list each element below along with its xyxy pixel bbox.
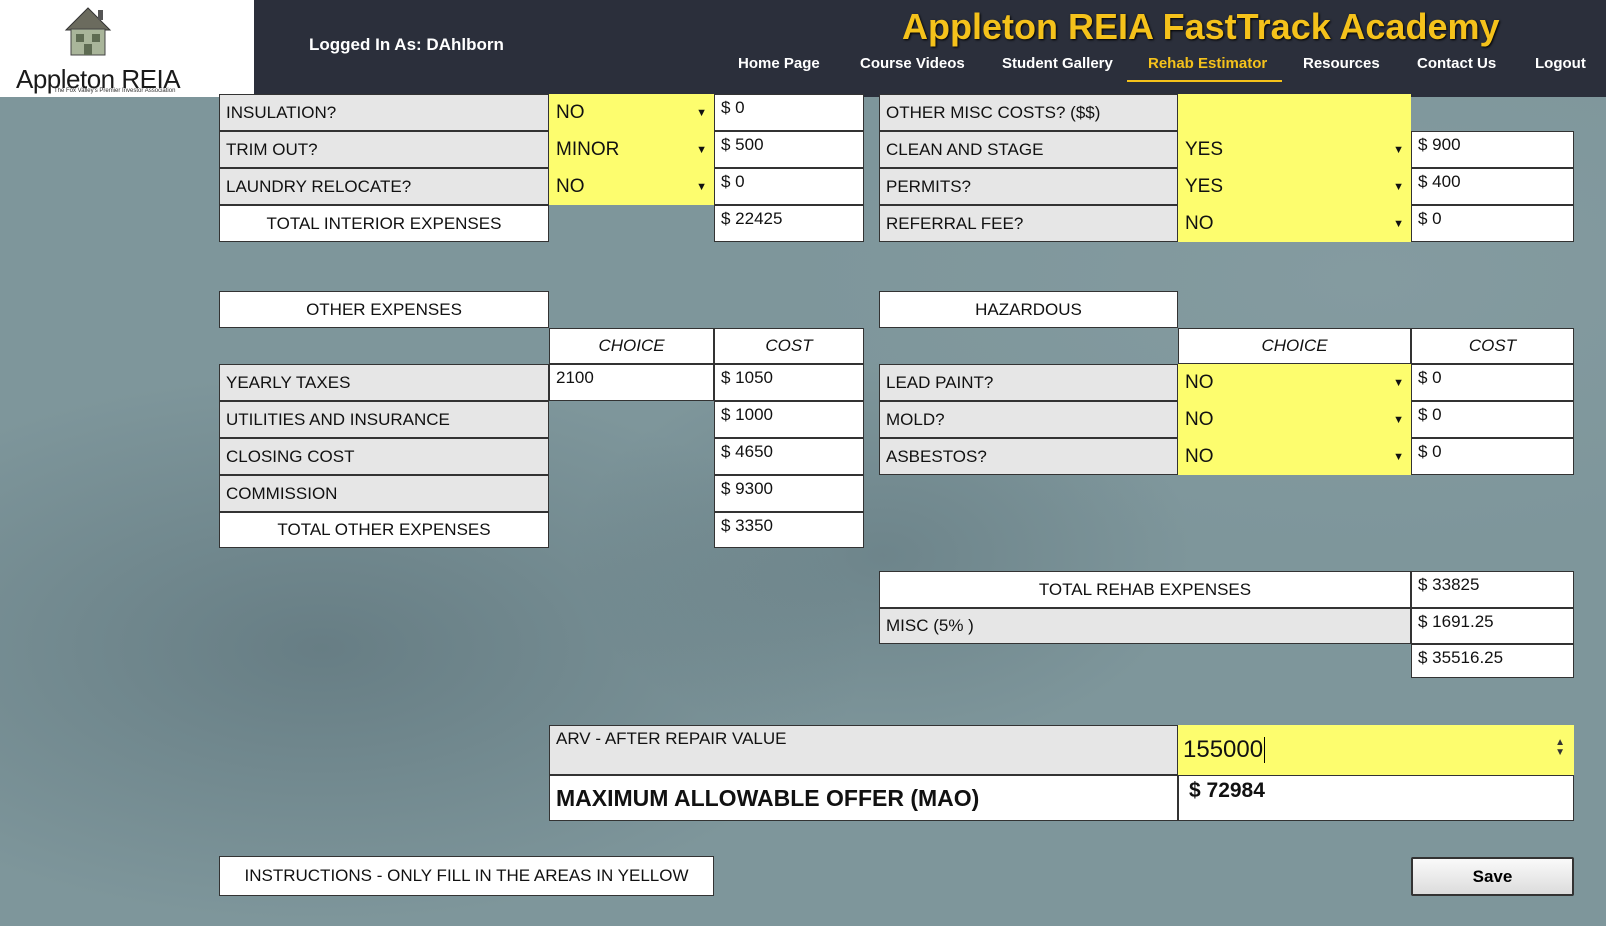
nav-resources[interactable]: Resources [1303, 55, 1380, 72]
total-interior-label: TOTAL INTERIOR EXPENSES [219, 205, 549, 242]
other-expenses-title: OTHER EXPENSES [219, 291, 549, 328]
lead-paint-label: LEAD PAINT? [879, 364, 1178, 401]
hazardous-title: HAZARDOUS [879, 291, 1178, 328]
dropdown-arrow-icon: ▼ [1393, 217, 1404, 230]
nav-rehab-estimator[interactable]: Rehab Estimator [1148, 55, 1267, 72]
dropdown-arrow-icon: ▼ [1393, 180, 1404, 193]
yearly-taxes-cost: $ 1050 [714, 364, 864, 401]
clean-and-stage-label: CLEAN AND STAGE [879, 131, 1178, 168]
other-expenses-cost-header: COST [714, 328, 864, 364]
permits-select[interactable]: YES ▼ [1178, 168, 1411, 205]
mao-value: $ 72984 [1178, 775, 1574, 821]
mold-cost: $ 0 [1411, 401, 1574, 438]
nav-student-gallery[interactable]: Student Gallery [1002, 55, 1113, 72]
other-expenses-choice-header: CHOICE [549, 328, 714, 364]
house-logo-icon [64, 7, 112, 56]
total-other-expenses-cost: $ 3350 [714, 512, 864, 548]
asbestos-select[interactable]: NO ▼ [1178, 438, 1411, 475]
dropdown-arrow-icon: ▼ [696, 106, 707, 119]
dropdown-arrow-icon: ▼ [696, 143, 707, 156]
closing-cost-cost: $ 4650 [714, 438, 864, 475]
laundry-relocate-select[interactable]: NO ▼ [549, 168, 714, 205]
nav-contact-us[interactable]: Contact Us [1417, 55, 1496, 72]
misc-percent-value: $ 1691.25 [1411, 608, 1574, 644]
main-nav: Home Page Course Videos Student Gallery … [0, 55, 1606, 85]
asbestos-choice: NO [1185, 445, 1214, 467]
mold-label: MOLD? [879, 401, 1178, 438]
trim-out-choice: MINOR [556, 138, 620, 160]
insulation-select[interactable]: NO ▼ [549, 94, 714, 131]
arv-input[interactable]: 155000 ▲ ▼ [1178, 725, 1574, 775]
lead-paint-cost: $ 0 [1411, 364, 1574, 401]
dropdown-arrow-icon: ▼ [1393, 450, 1404, 463]
arv-label: ARV - AFTER REPAIR VALUE [549, 725, 1178, 775]
utilities-insurance-cost: $ 1000 [714, 401, 864, 438]
trim-out-label: TRIM OUT? [219, 131, 549, 168]
nav-logout[interactable]: Logout [1535, 55, 1586, 72]
referral-fee-label: REFERRAL FEE? [879, 205, 1178, 242]
hazardous-cost-header: COST [1411, 328, 1574, 364]
laundry-relocate-cost: $ 0 [714, 168, 864, 205]
permits-cost: $ 400 [1411, 168, 1574, 205]
logged-in-label: Logged In As: DAhlborn [309, 35, 504, 54]
permits-choice: YES [1185, 175, 1224, 197]
commission-label: COMMISSION [219, 475, 549, 512]
lead-paint-select[interactable]: NO ▼ [1178, 364, 1411, 401]
dropdown-arrow-icon: ▼ [1393, 376, 1404, 389]
utilities-insurance-label: UTILITIES AND INSURANCE [219, 401, 549, 438]
other-misc-costs-input[interactable] [1178, 94, 1411, 131]
trim-out-select[interactable]: MINOR ▼ [549, 131, 714, 168]
referral-fee-choice: NO [1185, 212, 1214, 234]
misc-percent-label: MISC (5% ) [879, 608, 1411, 644]
text-cursor [1264, 737, 1266, 763]
total-interior-cost: $ 22425 [714, 205, 864, 242]
dropdown-arrow-icon: ▼ [696, 180, 707, 193]
lead-paint-choice: NO [1185, 371, 1214, 393]
trim-out-cost: $ 500 [714, 131, 864, 168]
clean-and-stage-choice: YES [1185, 138, 1224, 160]
hazardous-choice-header: CHOICE [1178, 328, 1411, 364]
number-spinner-icon[interactable]: ▲ ▼ [1555, 738, 1565, 758]
clean-and-stage-cost: $ 900 [1411, 131, 1574, 168]
total-rehab-label: TOTAL REHAB EXPENSES [879, 571, 1411, 608]
insulation-cost: $ 0 [714, 94, 864, 131]
active-nav-underline [1127, 80, 1282, 82]
nav-course-videos[interactable]: Course Videos [860, 55, 965, 72]
laundry-relocate-label: LAUNDRY RELOCATE? [219, 168, 549, 205]
insulation-choice: NO [556, 101, 585, 123]
site-title: Appleton REIA FastTrack Academy [902, 6, 1500, 47]
arv-value: 155000 [1183, 736, 1264, 763]
mold-select[interactable]: NO ▼ [1178, 401, 1411, 438]
instructions-box: INSTRUCTIONS - ONLY FILL IN THE AREAS IN… [219, 856, 714, 896]
total-other-expenses-label: TOTAL OTHER EXPENSES [219, 512, 549, 548]
grand-total-value: $ 35516.25 [1411, 644, 1574, 678]
yearly-taxes-input[interactable]: 2100 [549, 364, 714, 401]
closing-cost-label: CLOSING COST [219, 438, 549, 475]
mold-choice: NO [1185, 408, 1214, 430]
referral-fee-cost: $ 0 [1411, 205, 1574, 242]
referral-fee-select[interactable]: NO ▼ [1178, 205, 1411, 242]
insulation-label: INSULATION? [219, 94, 549, 131]
yearly-taxes-label: YEARLY TAXES [219, 364, 549, 401]
header-bar: Appleton REIA The Fox Valley's Premier I… [0, 0, 1606, 97]
laundry-relocate-choice: NO [556, 175, 585, 197]
permits-label: PERMITS? [879, 168, 1178, 205]
save-button[interactable]: Save [1411, 857, 1574, 896]
clean-and-stage-select[interactable]: YES ▼ [1178, 131, 1411, 168]
asbestos-cost: $ 0 [1411, 438, 1574, 475]
commission-cost: $ 9300 [714, 475, 864, 512]
other-misc-costs-label: OTHER MISC COSTS? ($$) [879, 94, 1178, 131]
nav-home-page[interactable]: Home Page [738, 55, 820, 72]
dropdown-arrow-icon: ▼ [1393, 413, 1404, 426]
asbestos-label: ASBESTOS? [879, 438, 1178, 475]
mao-label: MAXIMUM ALLOWABLE OFFER (MAO) [549, 775, 1178, 821]
total-rehab-value: $ 33825 [1411, 571, 1574, 608]
logo-tagline: The Fox Valley's Premier Investor Associ… [54, 88, 176, 94]
dropdown-arrow-icon: ▼ [1393, 143, 1404, 156]
